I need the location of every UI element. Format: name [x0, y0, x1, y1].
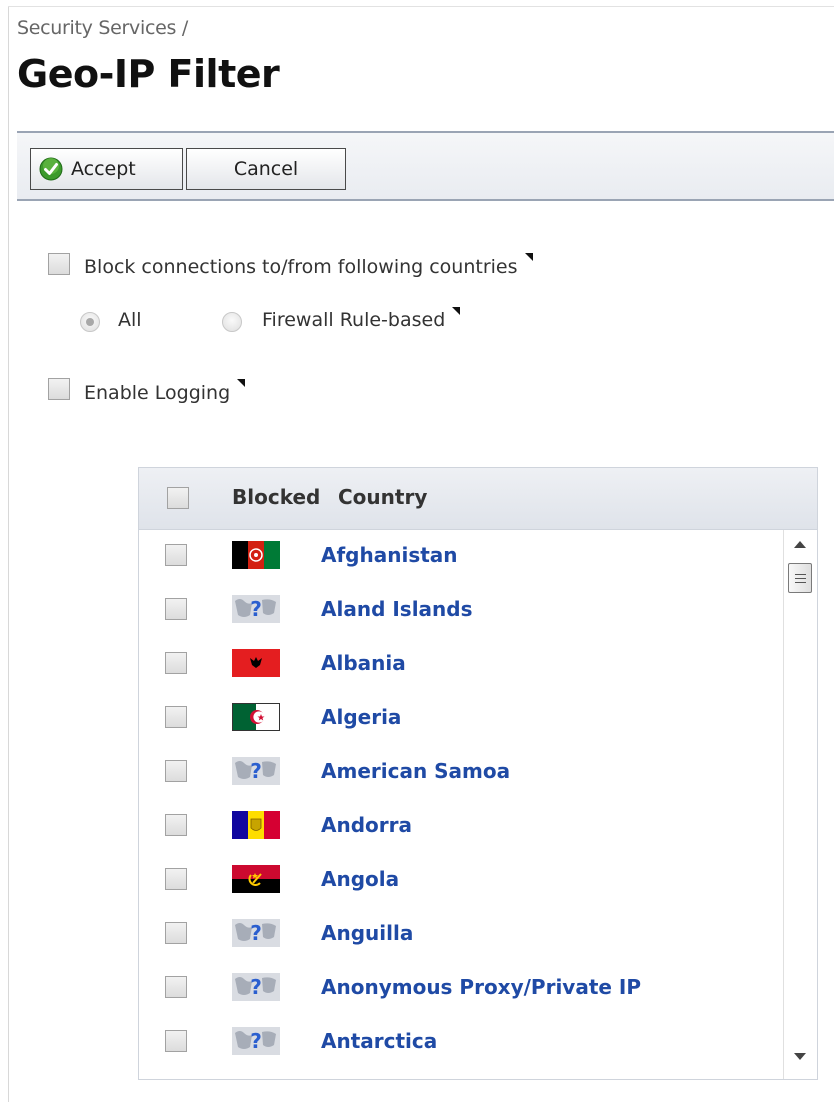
svg-text:?: ?: [250, 1029, 262, 1053]
unknown-flag-icon: ?: [232, 973, 280, 1001]
country-link[interactable]: Albania: [321, 651, 406, 675]
toolbar: Accept Cancel: [17, 131, 834, 201]
row-checkbox[interactable]: [165, 760, 187, 782]
unknown-flag-icon: ?: [232, 595, 280, 623]
country-grid: Blocked Country Afghanistan ? Aland Isla…: [138, 467, 818, 1080]
radio-selected-dot: [86, 318, 94, 326]
checkmark-icon: [39, 157, 63, 181]
row-checkbox[interactable]: [165, 922, 187, 944]
enable-logging-label: Enable Logging: [84, 382, 231, 404]
country-link[interactable]: Afghanistan: [321, 543, 458, 567]
firewall-rule-based-radio[interactable]: [222, 312, 242, 332]
unknown-flag-icon: ?: [232, 757, 280, 785]
column-header-country[interactable]: Country: [338, 485, 427, 509]
page-title: Geo-IP Filter: [17, 52, 280, 96]
country-link[interactable]: Anonymous Proxy/Private IP: [321, 975, 641, 999]
country-link[interactable]: Angola: [321, 867, 399, 891]
vertical-scrollbar[interactable]: [783, 530, 817, 1079]
table-row: Albania: [139, 638, 782, 692]
column-header-blocked[interactable]: Blocked: [232, 485, 320, 509]
row-checkbox[interactable]: [165, 814, 187, 836]
cancel-button[interactable]: Cancel: [186, 148, 346, 190]
country-link[interactable]: Aland Islands: [321, 597, 473, 621]
table-row: ? Antarctica: [139, 1016, 782, 1070]
page-frame-left: [8, 6, 9, 1102]
row-checkbox[interactable]: [165, 598, 187, 620]
thumb-grip-line: [795, 582, 806, 583]
grid-body: Afghanistan ? Aland Islands Albania Alge…: [139, 530, 782, 1079]
table-row: ? American Samoa: [139, 746, 782, 800]
help-tooltip-icon[interactable]: [525, 253, 533, 261]
help-tooltip-icon[interactable]: [237, 379, 245, 387]
scroll-up-arrow-icon[interactable]: [794, 541, 806, 548]
accept-label: Accept: [71, 158, 136, 180]
all-radio[interactable]: [80, 312, 100, 332]
row-checkbox[interactable]: [165, 706, 187, 728]
country-link[interactable]: Algeria: [321, 705, 401, 729]
enable-logging-checkbox[interactable]: [48, 378, 70, 400]
select-all-checkbox[interactable]: [167, 487, 189, 509]
row-checkbox[interactable]: [165, 976, 187, 998]
scroll-thumb[interactable]: [788, 563, 812, 593]
table-row: Angola: [139, 854, 782, 908]
all-radio-label: All: [118, 309, 142, 331]
row-checkbox[interactable]: [165, 868, 187, 890]
afghanistan-flag-icon: [232, 541, 280, 569]
page-frame-top: [8, 6, 834, 7]
table-row: Algeria: [139, 692, 782, 746]
unknown-flag-icon: ?: [232, 1027, 280, 1055]
thumb-grip-line: [795, 578, 806, 579]
country-link[interactable]: Anguilla: [321, 921, 413, 945]
country-link[interactable]: Andorra: [321, 813, 412, 837]
svg-text:?: ?: [250, 759, 262, 783]
unknown-flag-icon: ?: [232, 919, 280, 947]
breadcrumb[interactable]: Security Services /: [17, 17, 188, 39]
table-row: ? Aland Islands: [139, 584, 782, 638]
row-checkbox[interactable]: [165, 652, 187, 674]
row-checkbox[interactable]: [165, 544, 187, 566]
svg-text:?: ?: [250, 975, 262, 999]
thumb-grip-line: [795, 574, 806, 575]
scroll-down-arrow-icon[interactable]: [794, 1053, 806, 1060]
help-tooltip-icon[interactable]: [452, 307, 460, 315]
accept-button[interactable]: Accept: [30, 148, 183, 190]
table-row: ? Anguilla: [139, 908, 782, 962]
block-connections-checkbox[interactable]: [48, 253, 70, 275]
svg-text:?: ?: [250, 597, 262, 621]
angola-flag-icon: [232, 865, 280, 893]
country-link[interactable]: Antarctica: [321, 1029, 437, 1053]
table-row: ? Anonymous Proxy/Private IP: [139, 962, 782, 1016]
table-row: Afghanistan: [139, 530, 782, 584]
firewall-rule-based-label: Firewall Rule-based: [262, 309, 446, 331]
row-checkbox[interactable]: [165, 1030, 187, 1052]
albania-flag-icon: [232, 649, 280, 677]
algeria-flag-icon: [232, 703, 280, 731]
andorra-flag-icon: [232, 811, 280, 839]
country-link[interactable]: American Samoa: [321, 759, 510, 783]
svg-text:?: ?: [250, 921, 262, 945]
block-connections-label: Block connections to/from following coun…: [84, 256, 518, 278]
grid-header: Blocked Country: [139, 468, 817, 530]
table-row: Andorra: [139, 800, 782, 854]
